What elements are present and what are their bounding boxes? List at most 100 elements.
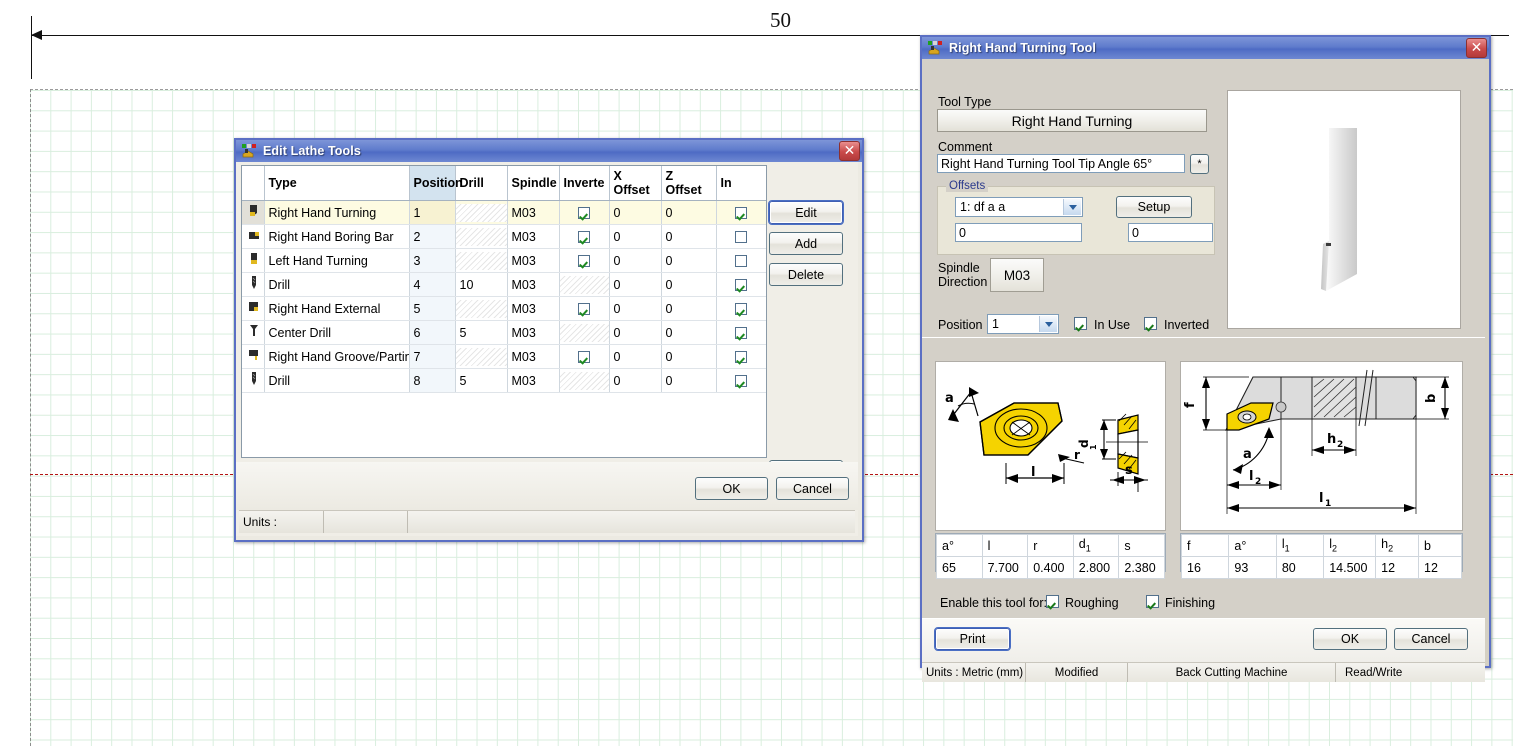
cell-z-offset[interactable]: 0 bbox=[661, 200, 717, 225]
cell-type[interactable]: Right Hand Boring Bar bbox=[264, 224, 410, 249]
close-icon[interactable]: ✕ bbox=[839, 141, 860, 161]
chevron-down-icon[interactable] bbox=[1063, 199, 1081, 215]
cancel-button[interactable]: Cancel bbox=[1394, 628, 1468, 650]
cell-x-offset[interactable]: 0 bbox=[609, 248, 662, 273]
cell-x-offset[interactable]: 0 bbox=[609, 272, 662, 297]
rht-titlebar[interactable]: Right Hand Turning Tool ✕ bbox=[922, 37, 1489, 59]
table-row[interactable]: Left Hand Turning 3 M03 0 0 bbox=[242, 248, 766, 273]
chevron-down-icon[interactable] bbox=[1039, 316, 1057, 332]
col-in-use[interactable]: In bbox=[716, 166, 766, 201]
checkbox-cell[interactable] bbox=[716, 224, 766, 249]
comment-options-button[interactable]: * bbox=[1190, 154, 1209, 174]
cell-spindle[interactable]: M03 bbox=[507, 296, 560, 321]
checkbox-checked[interactable] bbox=[735, 351, 747, 364]
checkbox-cell[interactable] bbox=[559, 344, 610, 369]
cell-position[interactable]: 7 bbox=[409, 344, 456, 369]
cell-position[interactable]: 1 bbox=[409, 200, 456, 225]
checkbox-checked[interactable] bbox=[735, 303, 747, 316]
cell-x-offset[interactable]: 0 bbox=[609, 320, 662, 345]
checkbox-cell[interactable] bbox=[559, 248, 610, 273]
table-row[interactable]: Right Hand Groove/Parting 7 M03 0 0 bbox=[242, 344, 766, 369]
cell-position[interactable]: 4 bbox=[409, 272, 456, 297]
cell-spindle[interactable]: M03 bbox=[507, 200, 560, 225]
cell-position[interactable]: 6 bbox=[409, 320, 456, 345]
checkbox-cell[interactable] bbox=[559, 200, 610, 225]
checkbox-checked[interactable] bbox=[578, 351, 590, 364]
cell-position[interactable]: 3 bbox=[409, 248, 456, 273]
table-row[interactable]: Right Hand External 5 M03 0 0 bbox=[242, 296, 766, 321]
checkbox-cell[interactable] bbox=[559, 224, 610, 249]
cell-position[interactable]: 2 bbox=[409, 224, 456, 249]
checkbox-checked[interactable] bbox=[735, 279, 747, 292]
checkbox-checked[interactable] bbox=[578, 303, 590, 316]
cell-position[interactable]: 5 bbox=[409, 296, 456, 321]
checkbox-cell[interactable] bbox=[559, 296, 610, 321]
add-button[interactable]: Add bbox=[769, 232, 843, 255]
checkbox-unchecked[interactable] bbox=[735, 255, 747, 268]
cell-z-offset[interactable]: 0 bbox=[661, 272, 717, 297]
checkbox-cell[interactable] bbox=[716, 272, 766, 297]
cell-spindle[interactable]: M03 bbox=[507, 248, 560, 273]
checkbox-checked[interactable] bbox=[578, 207, 590, 220]
checkbox-checked[interactable] bbox=[578, 255, 590, 268]
col-x-offset[interactable]: X Offset bbox=[609, 166, 662, 201]
col-drill[interactable]: Drill bbox=[455, 166, 508, 201]
close-icon[interactable]: ✕ bbox=[1466, 38, 1487, 58]
checkbox-checked[interactable] bbox=[578, 231, 590, 244]
cell-position[interactable]: 8 bbox=[409, 368, 456, 393]
table-row[interactable]: Center Drill 6 5 M03 0 0 bbox=[242, 320, 766, 345]
cell-type[interactable]: Right Hand Groove/Parting bbox=[264, 344, 410, 369]
cell-z-offset[interactable]: 0 bbox=[661, 344, 717, 369]
cell-type[interactable]: Drill bbox=[264, 368, 410, 393]
cell-type[interactable]: Center Drill bbox=[264, 320, 410, 345]
checkbox-cell[interactable] bbox=[716, 320, 766, 345]
cell-spindle[interactable]: M03 bbox=[507, 368, 560, 393]
ok-button[interactable]: OK bbox=[1313, 628, 1387, 650]
checkbox-unchecked[interactable] bbox=[735, 231, 747, 244]
spindle-direction-button[interactable]: M03 bbox=[990, 258, 1044, 292]
cell-type[interactable]: Drill bbox=[264, 272, 410, 297]
checkbox-cell[interactable] bbox=[716, 248, 766, 273]
table-row[interactable]: Drill 8 5 M03 0 0 bbox=[242, 368, 766, 393]
checkbox-checked[interactable] bbox=[735, 327, 747, 340]
cell-x-offset[interactable]: 0 bbox=[609, 224, 662, 249]
cell-z-offset[interactable]: 0 bbox=[661, 296, 717, 321]
cell-type[interactable]: Right Hand Turning bbox=[264, 200, 410, 225]
edit-button[interactable]: Edit bbox=[768, 200, 844, 225]
col-position[interactable]: Position bbox=[409, 166, 463, 201]
tools-table-container[interactable]: Type Position Drill Spindle Inverte X Of… bbox=[241, 165, 767, 458]
edit-lathe-tools-titlebar[interactable]: Edit Lathe Tools ✕ bbox=[236, 140, 862, 162]
table-row[interactable]: Right Hand Boring Bar 2 M03 0 0 bbox=[242, 224, 766, 249]
tool-type-button[interactable]: Right Hand Turning bbox=[937, 109, 1207, 132]
table-row[interactable]: Drill 4 10 M03 0 0 bbox=[242, 272, 766, 297]
offset-select[interactable]: 1: df a a bbox=[955, 197, 1083, 217]
checkbox-cell[interactable] bbox=[716, 200, 766, 225]
cell-type[interactable]: Left Hand Turning bbox=[264, 248, 410, 273]
inverted-checkbox[interactable] bbox=[1144, 317, 1157, 330]
cell-x-offset[interactable]: 0 bbox=[609, 296, 662, 321]
position-select[interactable]: 1 bbox=[987, 314, 1059, 334]
col-icon[interactable] bbox=[242, 166, 265, 201]
offset-x-input[interactable] bbox=[955, 223, 1082, 242]
cancel-button[interactable]: Cancel bbox=[776, 477, 849, 500]
cell-drill[interactable]: 5 bbox=[455, 368, 508, 393]
cell-spindle[interactable]: M03 bbox=[507, 224, 560, 249]
cell-spindle[interactable]: M03 bbox=[507, 344, 560, 369]
cell-drill[interactable]: 5 bbox=[455, 320, 508, 345]
table-row[interactable]: Right Hand Turning 1 M03 0 0 bbox=[242, 200, 766, 225]
ok-button[interactable]: OK bbox=[695, 477, 768, 500]
checkbox-cell[interactable] bbox=[716, 344, 766, 369]
cell-x-offset[interactable]: 0 bbox=[609, 200, 662, 225]
cell-x-offset[interactable]: 0 bbox=[609, 344, 662, 369]
delete-button[interactable]: Delete bbox=[769, 263, 843, 286]
checkbox-checked[interactable] bbox=[735, 207, 747, 220]
cell-z-offset[interactable]: 0 bbox=[661, 248, 717, 273]
offset-z-input[interactable] bbox=[1128, 223, 1213, 242]
col-z-offset[interactable]: Z Offset bbox=[661, 166, 717, 201]
checkbox-checked[interactable] bbox=[735, 375, 747, 388]
roughing-checkbox[interactable] bbox=[1046, 595, 1059, 608]
col-inverted[interactable]: Inverte bbox=[559, 166, 610, 201]
cell-z-offset[interactable]: 0 bbox=[661, 224, 717, 249]
cell-drill[interactable]: 10 bbox=[455, 272, 508, 297]
cell-z-offset[interactable]: 0 bbox=[661, 320, 717, 345]
